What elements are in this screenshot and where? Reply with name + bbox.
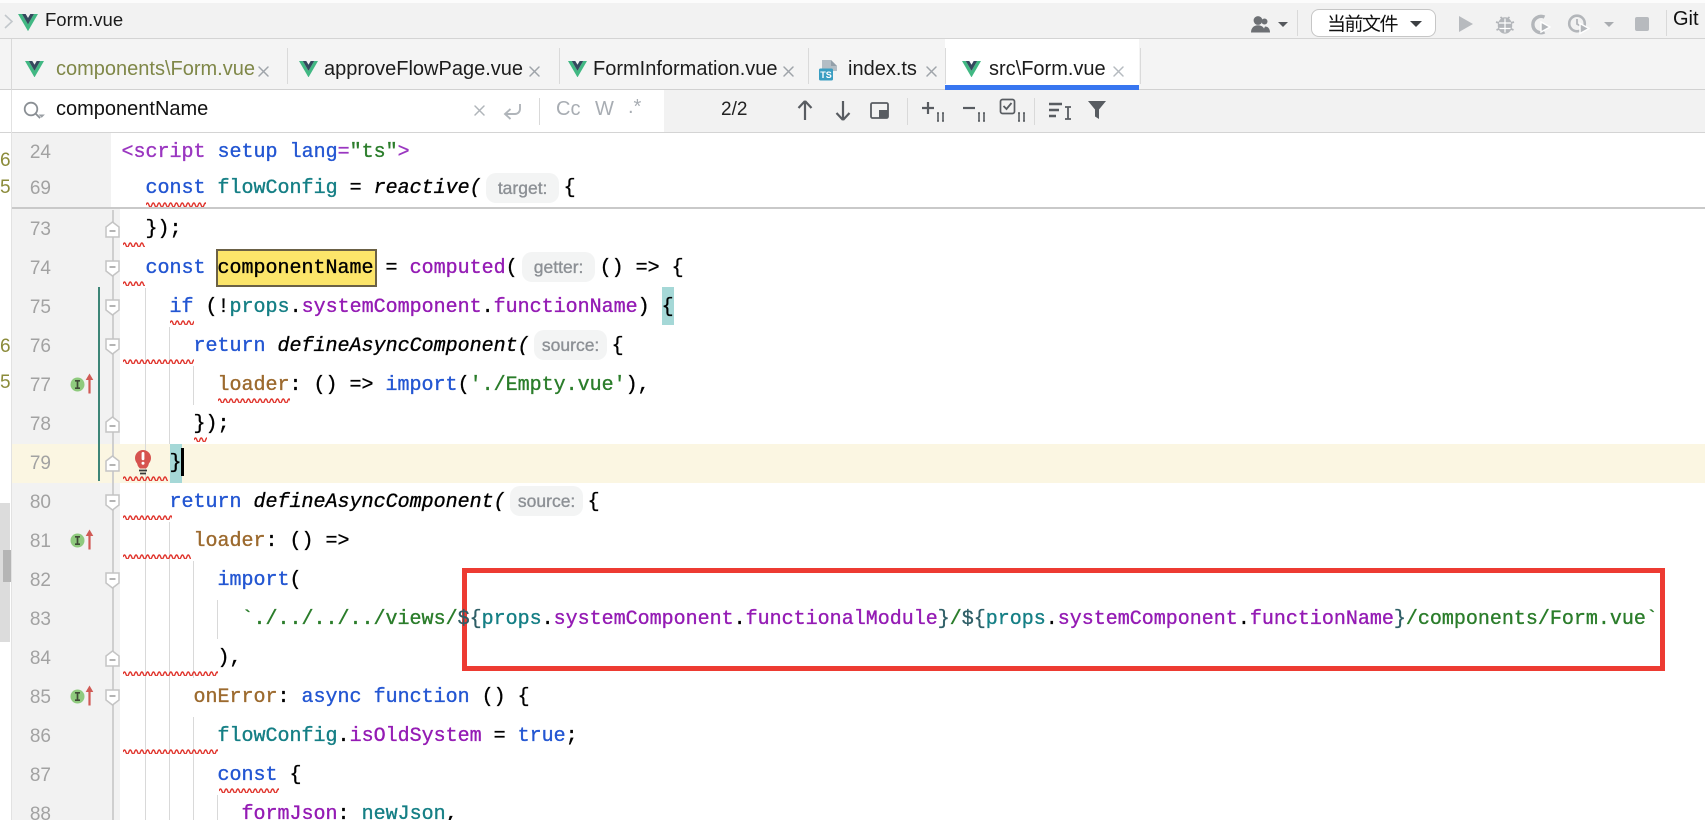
svg-text:TS: TS (820, 70, 832, 80)
